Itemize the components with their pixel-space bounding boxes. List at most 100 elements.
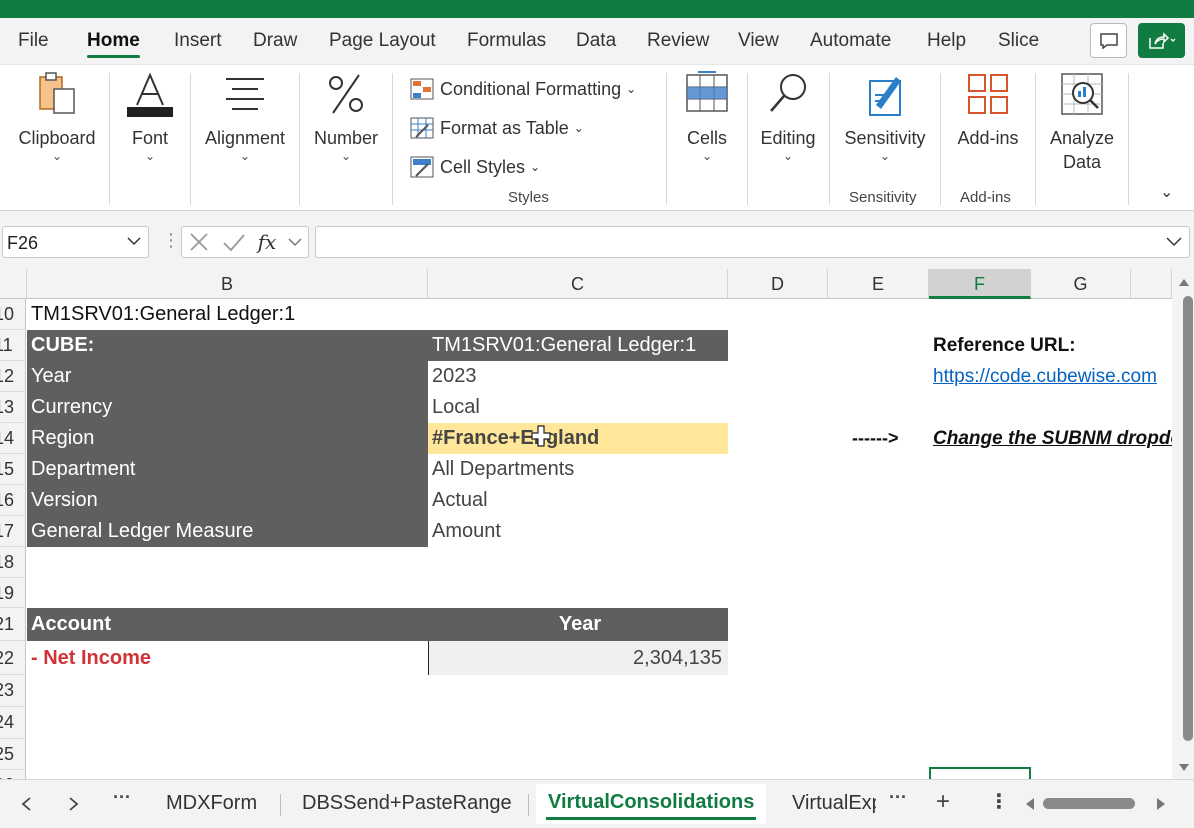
cell-c22[interactable]: 2,304,135 (428, 641, 728, 675)
cell-c12[interactable]: 2023 (428, 361, 728, 392)
horizontal-scroll-thumb[interactable] (1043, 798, 1135, 809)
row-header-14[interactable]: 14 (0, 423, 26, 454)
menu-file[interactable]: File (18, 30, 49, 52)
menu-help[interactable]: Help (927, 30, 966, 52)
sensitivity-button[interactable]: Sensitivity ⌄ (838, 71, 932, 162)
alignment-button[interactable]: Alignment ⌄ (198, 71, 292, 162)
ribbon-divider (1128, 73, 1129, 205)
menu-data[interactable]: Data (576, 30, 616, 52)
cell-c11[interactable]: TM1SRV01:General Ledger:1 (428, 330, 728, 361)
row-header-11[interactable]: 11 (0, 330, 26, 361)
insert-function-icon[interactable]: fx (258, 230, 277, 254)
column-header-c[interactable]: C (428, 269, 728, 299)
more-sheets-right-icon[interactable]: ··· (889, 787, 907, 808)
add-ins-button[interactable]: Add-ins (950, 71, 1026, 150)
expand-formula-chevron-icon[interactable] (1165, 235, 1183, 247)
sheet-tab-dbssend-pasterange[interactable]: DBSSend+PasteRange (302, 792, 512, 815)
row-header-23[interactable]: 23 (0, 675, 26, 707)
selected-cell-f26[interactable] (929, 767, 1031, 779)
cell-b15[interactable]: Department (27, 454, 428, 485)
previous-sheet-icon[interactable] (20, 796, 32, 812)
editing-button[interactable]: Editing ⌄ (756, 71, 820, 162)
cell-b10[interactable]: TM1SRV01:General Ledger:1 (27, 299, 427, 330)
scroll-right-icon[interactable] (1155, 797, 1167, 811)
next-sheet-icon[interactable] (68, 796, 80, 812)
cell-c15[interactable]: All Departments (428, 454, 728, 485)
cell-b11[interactable]: CUBE: (27, 330, 428, 361)
menu-page-layout[interactable]: Page Layout (329, 30, 436, 52)
row-header-21[interactable]: 21 (0, 608, 26, 641)
row-header-22[interactable]: 22 (0, 641, 26, 675)
comments-button[interactable] (1090, 23, 1127, 58)
formula-bar-grip-icon[interactable]: ⋮ (162, 230, 180, 251)
row-header-13[interactable]: 13 (0, 392, 26, 423)
menu-formulas[interactable]: Formulas (467, 30, 546, 52)
conditional-formatting-button[interactable]: Conditional Formatting ⌄ (410, 74, 636, 104)
sheet-tab-mdxform[interactable]: MDXForm (166, 792, 257, 815)
menu-insert[interactable]: Insert (174, 30, 222, 52)
cell-b17[interactable]: General Ledger Measure (27, 516, 428, 547)
row-header-12[interactable]: 12 (0, 361, 26, 392)
chevron-down-icon[interactable] (288, 236, 302, 248)
sheet-tab-virtualconsolidations[interactable]: VirtualConsolidations (536, 784, 767, 824)
cell-c14[interactable]: #France+England (428, 423, 728, 454)
row-header-18[interactable]: 18 (0, 547, 26, 578)
reference-url-link[interactable]: https://code.cubewise.com (929, 361, 1172, 392)
column-header-f[interactable]: F (929, 269, 1031, 299)
name-box[interactable]: F26 (2, 226, 149, 258)
menu-view[interactable]: View (738, 30, 779, 52)
cell-b16[interactable]: Version (27, 485, 428, 516)
menu-automate[interactable]: Automate (810, 30, 891, 52)
row-header-15[interactable]: 15 (0, 454, 26, 485)
vertical-scroll-thumb[interactable] (1183, 296, 1193, 741)
sensitivity-label: Sensitivity (844, 128, 926, 148)
analyze-data-button[interactable]: Analyze Data (1043, 71, 1121, 174)
share-button[interactable] (1138, 23, 1185, 58)
row-header-26[interactable]: 26 (0, 770, 26, 779)
column-header-g[interactable]: G (1031, 269, 1131, 299)
column-header-h[interactable] (1131, 269, 1172, 299)
font-button[interactable]: Font ⌄ (118, 71, 182, 162)
scroll-up-icon[interactable] (1178, 277, 1190, 287)
name-box-value: F26 (7, 233, 39, 253)
ribbon-expand-chevron-icon[interactable]: ⌄ (1160, 182, 1173, 202)
tab-options-icon[interactable]: ⋮ (989, 789, 1009, 814)
menu-draw[interactable]: Draw (253, 30, 297, 52)
cell-c21[interactable]: Year (428, 608, 728, 641)
clipboard-button[interactable]: Clipboard ⌄ (14, 71, 100, 162)
scroll-left-icon[interactable] (1024, 797, 1036, 811)
sheet-tab-virtualexp[interactable]: VirtualExp (792, 792, 876, 815)
row-header-16[interactable]: 16 (0, 485, 26, 516)
cell-b12[interactable]: Year (27, 361, 428, 392)
row-header-24[interactable]: 24 (0, 707, 26, 739)
select-all-corner[interactable] (0, 269, 27, 299)
cell-b13[interactable]: Currency (27, 392, 428, 423)
number-button[interactable]: Number ⌄ (306, 71, 386, 162)
cell-styles-button[interactable]: Cell Styles ⌄ (410, 152, 540, 182)
sensitivity-group-caption: Sensitivity (849, 189, 917, 206)
add-sheet-icon[interactable]: + (936, 788, 950, 816)
row-header-10[interactable]: 10 (0, 299, 26, 330)
row-header-25[interactable]: 25 (0, 739, 26, 770)
menu-home[interactable]: Home (87, 30, 140, 58)
row-header-19[interactable]: 19 (0, 578, 26, 608)
menu-slice[interactable]: Slice (998, 30, 1039, 52)
row-header-17[interactable]: 17 (0, 516, 26, 547)
cell-c17[interactable]: Amount (428, 516, 728, 547)
cell-b14[interactable]: Region (27, 423, 428, 454)
cell-c16[interactable]: Actual (428, 485, 728, 516)
formula-input[interactable] (315, 226, 1190, 258)
column-header-e[interactable]: E (828, 269, 929, 299)
cell-b21[interactable]: Account (27, 608, 428, 641)
cancel-icon[interactable] (188, 231, 210, 253)
more-sheets-left-icon[interactable]: ··· (113, 787, 131, 808)
column-header-d[interactable]: D (728, 269, 828, 299)
scroll-down-icon[interactable] (1178, 763, 1190, 773)
format-as-table-button[interactable]: Format as Table ⌄ (410, 113, 584, 143)
cell-c13[interactable]: Local (428, 392, 728, 423)
column-header-b[interactable]: B (27, 269, 428, 299)
menu-review[interactable]: Review (647, 30, 709, 52)
cells-button[interactable]: Cells ⌄ (677, 71, 737, 162)
enter-check-icon[interactable] (222, 231, 246, 253)
cell-b22[interactable]: - Net Income (27, 641, 428, 675)
